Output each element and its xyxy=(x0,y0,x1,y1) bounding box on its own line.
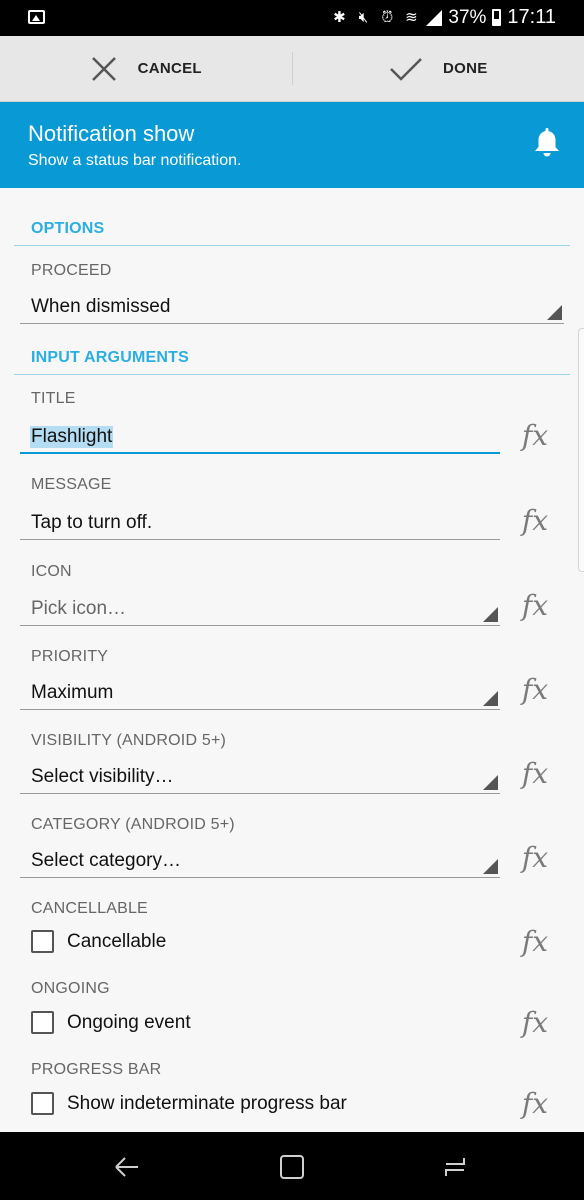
message-label: MESSAGE xyxy=(31,476,112,493)
home-icon[interactable] xyxy=(277,1152,307,1182)
category-dropdown[interactable]: Select category… xyxy=(20,844,500,878)
category-label: CATEGORY (ANDROID 5+) xyxy=(31,816,235,833)
alarm-icon: ⏰︎ xyxy=(381,8,394,26)
wifi-icon: ≋ xyxy=(405,8,418,26)
message-value: Tap to turn off. xyxy=(31,512,153,533)
visibility-dropdown[interactable]: Select visibility… xyxy=(20,760,500,794)
priority-label: PRIORITY xyxy=(31,648,109,665)
icon-fx-button[interactable]: fx xyxy=(516,588,554,624)
navigation-bar xyxy=(0,1132,584,1200)
visibility-label: VISIBILITY (ANDROID 5+) xyxy=(31,732,227,749)
dropdown-arrow-icon xyxy=(547,305,562,320)
cancellable-check-label: Cancellable xyxy=(67,930,167,952)
close-icon xyxy=(91,56,116,81)
mute-icon: 🔇︎ xyxy=(358,8,369,26)
options-section-title: OPTIONS xyxy=(31,220,105,237)
priority-value: Maximum xyxy=(31,682,114,703)
visibility-value: Select visibility… xyxy=(31,766,174,787)
recents-icon[interactable] xyxy=(440,1152,470,1182)
signal-icon xyxy=(426,9,443,26)
checkbox-box[interactable] xyxy=(31,1092,54,1115)
battery-percent: 37% xyxy=(448,6,487,28)
progress-bar-label: PROGRESS BAR xyxy=(31,1061,162,1078)
block-title: Notification show xyxy=(28,121,195,146)
proceed-dropdown[interactable]: When dismissed xyxy=(20,290,564,324)
progress-bar-checkbox[interactable]: Show indeterminate progress bar xyxy=(31,1092,347,1115)
cancellable-label: CANCELLABLE xyxy=(31,900,148,917)
priority-dropdown[interactable]: Maximum xyxy=(20,676,500,710)
back-icon[interactable] xyxy=(112,1152,142,1182)
ongoing-checkbox[interactable]: Ongoing event xyxy=(31,1011,191,1034)
status-icons: ✱ 🔇︎ ⏰︎ ≋ 37% 17:11 xyxy=(330,6,556,29)
title-fx-button[interactable]: fx xyxy=(516,418,554,454)
ongoing-check-label: Ongoing event xyxy=(67,1011,191,1033)
input-arguments-section: INPUT ARGUMENTS xyxy=(14,341,570,375)
cancel-button[interactable]: CANCEL xyxy=(0,36,292,101)
options-section: OPTIONS xyxy=(14,212,570,246)
checkbox-box[interactable] xyxy=(31,1011,54,1034)
action-bar: CANCEL DONE xyxy=(0,36,584,102)
icon-label: ICON xyxy=(31,563,72,580)
block-subtitle: Show a status bar notification. xyxy=(28,152,242,169)
title-label: TITLE xyxy=(31,390,76,407)
title-value: Flashlight xyxy=(30,426,114,448)
bluetooth-icon: ✱ xyxy=(333,8,346,26)
status-bar: ✱ 🔇︎ ⏰︎ ≋ 37% 17:11 xyxy=(0,0,584,36)
clock: 17:11 xyxy=(507,6,556,28)
proceed-value: When dismissed xyxy=(31,296,171,317)
progress-bar-fx-button[interactable]: fx xyxy=(516,1086,554,1122)
settings-form[interactable]: OPTIONS PROCEED When dismissed INPUT ARG… xyxy=(0,188,584,1132)
message-input[interactable]: Tap to turn off. xyxy=(20,506,500,540)
message-fx-button[interactable]: fx xyxy=(516,503,554,539)
title-input[interactable]: Flashlight xyxy=(20,420,500,454)
battery-icon xyxy=(492,9,502,26)
icon-picker[interactable]: Pick icon… xyxy=(20,592,500,626)
progress-bar-check-label: Show indeterminate progress bar xyxy=(67,1092,347,1114)
ongoing-label: ONGOING xyxy=(31,980,110,997)
cancellable-fx-button[interactable]: fx xyxy=(516,924,554,960)
proceed-label: PROCEED xyxy=(31,262,112,279)
visibility-fx-button[interactable]: fx xyxy=(516,756,554,792)
done-button[interactable]: DONE xyxy=(293,36,584,101)
input-arguments-title: INPUT ARGUMENTS xyxy=(31,349,189,366)
bell-icon xyxy=(535,128,559,157)
cancellable-checkbox[interactable]: Cancellable xyxy=(31,930,166,953)
checkbox-box[interactable] xyxy=(31,930,54,953)
scrollbar[interactable] xyxy=(578,328,584,572)
done-label: DONE xyxy=(442,60,488,77)
dropdown-arrow-icon xyxy=(483,607,498,622)
icon-placeholder: Pick icon… xyxy=(31,598,127,619)
cancel-label: CANCEL xyxy=(137,60,202,77)
ongoing-fx-button[interactable]: fx xyxy=(516,1005,554,1041)
check-icon xyxy=(390,57,422,81)
dropdown-arrow-icon xyxy=(483,859,498,874)
category-value: Select category… xyxy=(31,850,181,871)
block-header: Notification show Show a status bar noti… xyxy=(0,102,584,188)
dropdown-arrow-icon xyxy=(483,691,498,706)
image-icon xyxy=(28,10,45,24)
priority-fx-button[interactable]: fx xyxy=(516,672,554,708)
category-fx-button[interactable]: fx xyxy=(516,840,554,876)
dropdown-arrow-icon xyxy=(483,775,498,790)
